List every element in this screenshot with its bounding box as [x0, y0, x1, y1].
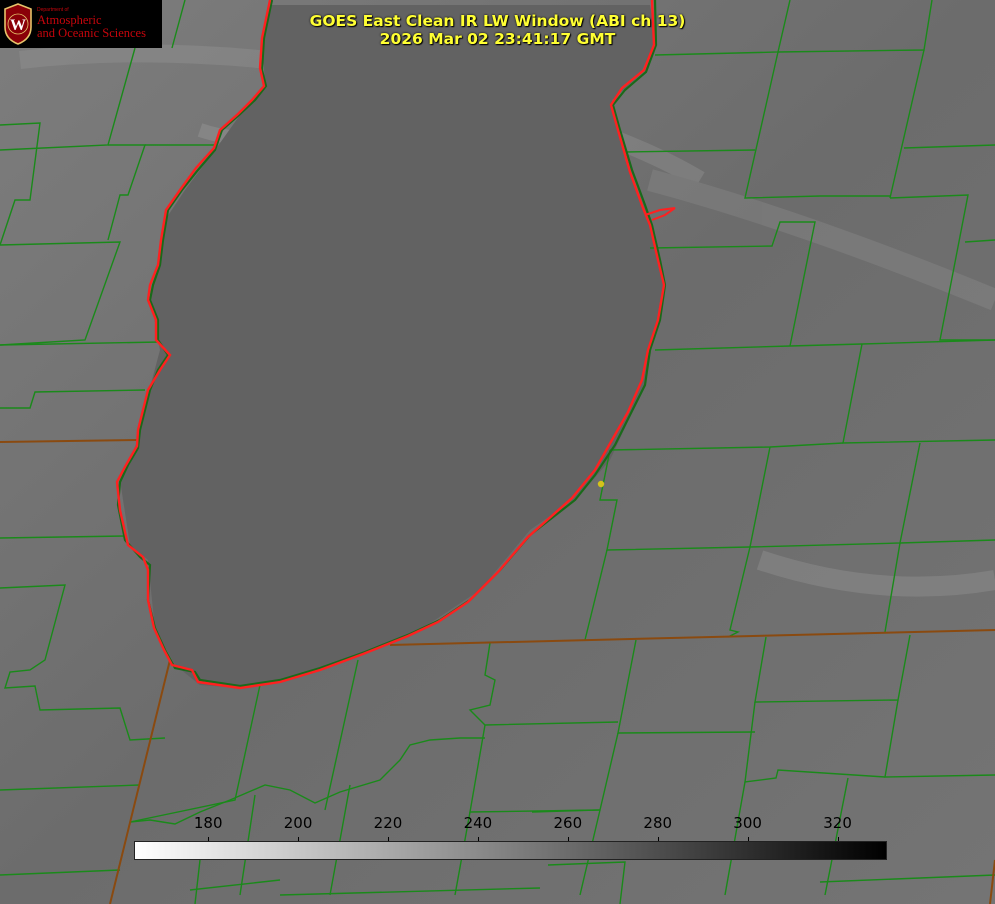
colorbar: 180 200 220 240 260 280 300 320 [134, 812, 887, 860]
seal-letter: W [10, 17, 26, 34]
logo: W Department of Atmospheric and Oceanic … [0, 0, 162, 48]
satellite-map [0, 0, 995, 904]
university-seal-icon: W [4, 3, 32, 45]
colorbar-tick-label: 220 [373, 814, 403, 832]
location-marker [597, 480, 605, 488]
colorbar-tick-label: 320 [823, 814, 852, 832]
colorbar-tick-label: 300 [733, 814, 762, 832]
logo-line-2: and Oceanic Sciences [37, 25, 146, 40]
colorbar-tick-label: 240 [463, 814, 493, 832]
colorbar-tick-label: 280 [643, 814, 673, 832]
colorbar-tick-labels: 180 200 220 240 260 280 300 320 [134, 812, 887, 834]
colorbar-gradient [134, 841, 887, 860]
colorbar-tick-label: 200 [283, 814, 313, 832]
colorbar-tick-label: 260 [553, 814, 583, 832]
colorbar-tick-label: 180 [193, 814, 223, 832]
logo-line-1: Atmospheric [37, 12, 102, 27]
